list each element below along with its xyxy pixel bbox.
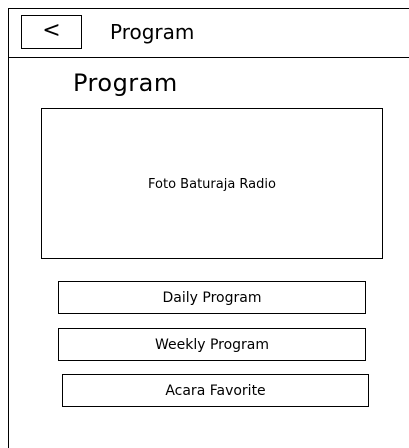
header-divider [8, 57, 409, 58]
acara-favorite-button[interactable]: Acara Favorite [62, 374, 369, 407]
acara-favorite-label: Acara Favorite [165, 382, 266, 399]
photo-placeholder: Foto Baturaja Radio [41, 108, 383, 259]
header-title: Program [110, 20, 195, 44]
weekly-program-label: Weekly Program [154, 336, 270, 353]
daily-program-label: Daily Program [162, 289, 262, 306]
back-arrow-icon: < [42, 18, 61, 43]
weekly-program-button[interactable]: Weekly Program [58, 328, 366, 361]
daily-program-button[interactable]: Daily Program [58, 281, 366, 314]
page-title: Program [73, 69, 178, 97]
photo-placeholder-label: Foto Baturaja Radio [148, 176, 276, 192]
back-button[interactable]: < [21, 15, 82, 49]
